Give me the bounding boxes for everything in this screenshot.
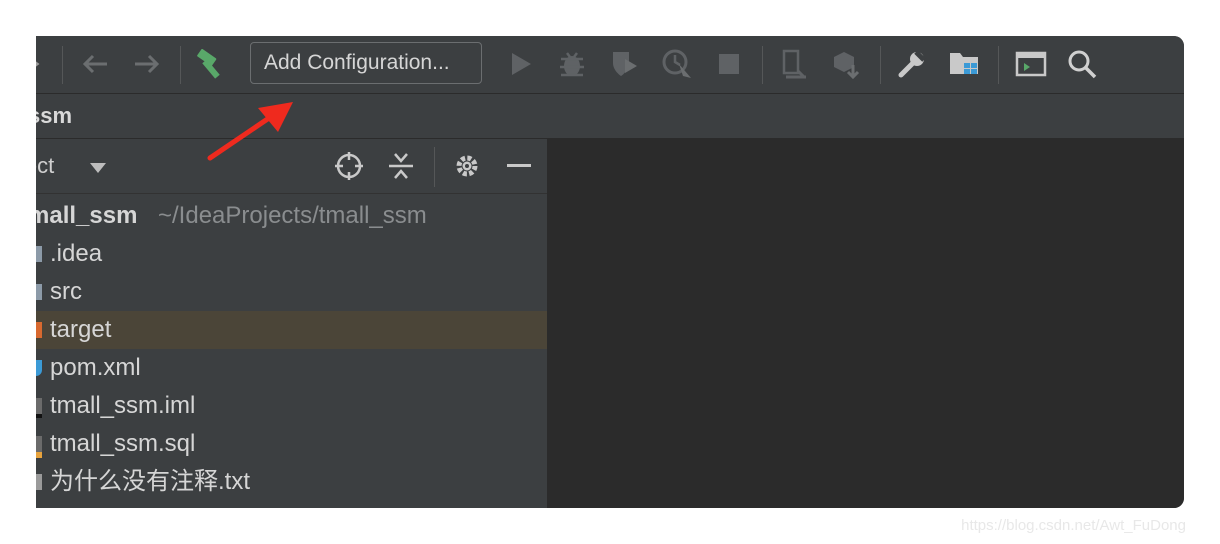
project-structure-icon[interactable] (946, 47, 982, 81)
tree-item-label: .idea (50, 240, 103, 267)
tree-item-iml[interactable]: tmall_ssm.iml (36, 387, 547, 425)
run-icon[interactable] (504, 47, 538, 81)
project-view-selector[interactable]: ject (36, 153, 106, 179)
tree-item-pom[interactable]: pom.xml (36, 349, 547, 387)
editor-area[interactable] (548, 139, 1184, 508)
collapse-all-icon[interactable] (386, 151, 416, 181)
toolbar-edge-icon[interactable] (36, 47, 44, 81)
sql-file-icon (36, 436, 42, 458)
tree-item-label: tmall_ssm.sql (50, 430, 196, 457)
tree-item-src[interactable]: src (36, 273, 547, 311)
forward-arrow-icon[interactable] (130, 47, 164, 81)
toolbar-separator (998, 46, 999, 84)
toolbar-separator (880, 46, 881, 84)
terminal-window-icon[interactable] (1012, 47, 1050, 81)
gear-icon[interactable] (452, 151, 482, 181)
excluded-folder-icon (36, 322, 42, 338)
profile-icon[interactable] (658, 47, 696, 81)
tree-item-sql[interactable]: tmall_ssm.sql (36, 425, 547, 463)
tree-root[interactable]: mall_ssm ~/IdeaProjects/tmall_ssm (36, 197, 547, 235)
breadcrumb-project[interactable]: ssm (36, 103, 72, 129)
toolbar-separator (180, 46, 181, 84)
search-icon[interactable] (1064, 47, 1100, 81)
tree-item-target[interactable]: target (36, 311, 547, 349)
tree-item-txt[interactable]: 为什么没有注释.txt (36, 463, 547, 501)
maven-file-icon (36, 360, 42, 376)
project-tool-window: ject mall_ssm ~/IdeaProjects/tmall_ssm (36, 139, 548, 508)
main-toolbar: Add Configuration... (36, 36, 1184, 94)
coverage-icon[interactable] (606, 47, 642, 81)
stop-icon[interactable] (712, 47, 746, 81)
project-tree: mall_ssm ~/IdeaProjects/tmall_ssm .idea … (36, 197, 547, 501)
tree-root-name: mall_ssm (36, 202, 138, 229)
tree-item-label: tmall_ssm.iml (50, 392, 196, 419)
build-artifacts-icon[interactable] (828, 47, 864, 81)
locate-file-icon[interactable] (334, 151, 364, 181)
settings-wrench-icon[interactable] (894, 47, 930, 81)
back-arrow-icon[interactable] (78, 47, 112, 81)
update-app-icon[interactable] (776, 47, 812, 81)
hide-panel-icon[interactable] (504, 151, 534, 181)
tree-item-label: src (50, 278, 82, 305)
panel-header-separator (434, 147, 435, 187)
chevron-down-icon (90, 163, 106, 173)
tree-root-path: ~/IdeaProjects/tmall_ssm (158, 202, 427, 229)
annotation-arrow-icon (207, 102, 293, 161)
watermark: https://blog.csdn.net/Awt_FuDong (961, 517, 1186, 534)
folder-icon (36, 246, 42, 262)
tree-item-label: 为什么没有注释.txt (50, 468, 251, 495)
build-hammer-icon[interactable] (192, 47, 230, 81)
folder-icon (36, 284, 42, 300)
text-file-icon (36, 474, 42, 490)
tree-item-label: target (50, 316, 112, 343)
tree-item-idea[interactable]: .idea (36, 235, 547, 273)
module-file-icon (36, 398, 42, 418)
debug-icon[interactable] (554, 47, 590, 81)
toolbar-separator (762, 46, 763, 84)
add-configuration-button[interactable]: Add Configuration... (250, 42, 482, 84)
toolbar-separator (62, 46, 63, 84)
project-view-label: ject (36, 153, 55, 178)
tree-item-label: pom.xml (50, 354, 141, 381)
